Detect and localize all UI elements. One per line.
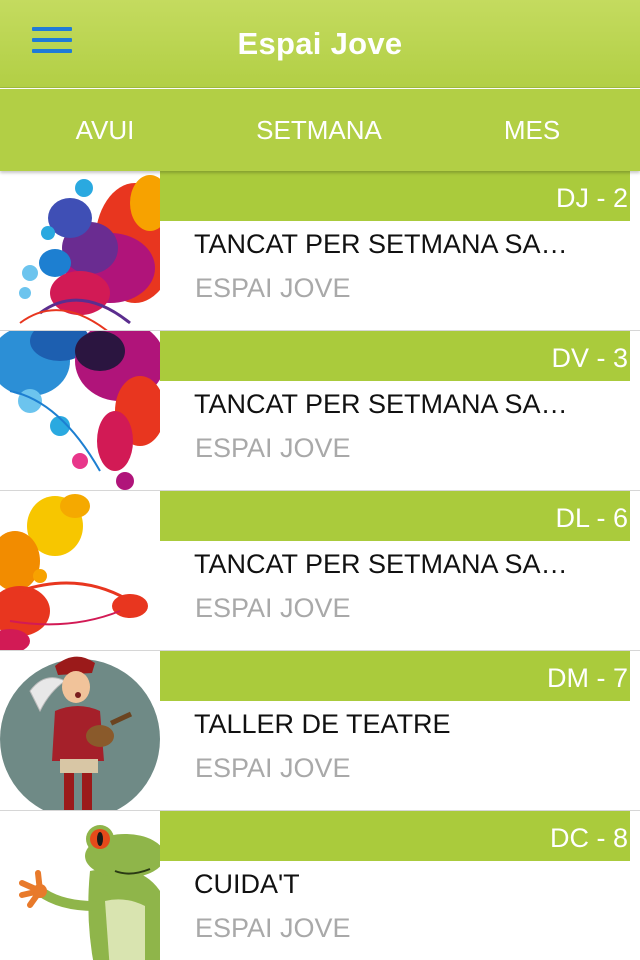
event-place: ESPAI JOVE bbox=[195, 433, 351, 463]
tab-bar: AVUI SETMANA MES bbox=[0, 89, 640, 171]
event-row[interactable]: DM - 7 TALLER DE TEATRE ESPAI JOVE bbox=[0, 651, 640, 811]
event-title: TANCAT PER SETMANA SA… bbox=[194, 229, 568, 259]
event-date: DV - 3 bbox=[160, 331, 630, 381]
troubadour-image bbox=[0, 651, 160, 810]
event-list: DJ - 2 TANCAT PER SETMANA SA… ESPAI JOVE… bbox=[0, 171, 640, 960]
event-date: DL - 6 bbox=[160, 491, 630, 541]
page-title: Espai Jove bbox=[237, 26, 403, 61]
event-place: ESPAI JOVE bbox=[195, 273, 351, 303]
event-row[interactable]: DC - 8 CUIDA'T ESPAI JOVE bbox=[0, 811, 640, 960]
event-place: ESPAI JOVE bbox=[195, 913, 351, 943]
colorful-splash-image bbox=[0, 331, 160, 490]
event-title: CUIDA'T bbox=[194, 869, 300, 899]
tab-mes[interactable]: MES bbox=[432, 115, 632, 146]
event-row[interactable]: DJ - 2 TANCAT PER SETMANA SA… ESPAI JOVE bbox=[0, 171, 640, 331]
event-date: DC - 8 bbox=[160, 811, 630, 861]
tab-setmana[interactable]: SETMANA bbox=[219, 115, 419, 146]
event-title: TANCAT PER SETMANA SA… bbox=[194, 389, 568, 419]
event-title: TALLER DE TEATRE bbox=[194, 709, 451, 739]
event-row[interactable]: DL - 6 TANCAT PER SETMANA SA… ESPAI JOVE bbox=[0, 491, 640, 651]
event-place: ESPAI JOVE bbox=[195, 593, 351, 623]
colorful-splash-image bbox=[0, 491, 160, 650]
colorful-splash-image bbox=[0, 173, 160, 330]
event-place: ESPAI JOVE bbox=[195, 753, 351, 783]
tab-avui[interactable]: AVUI bbox=[5, 115, 205, 146]
frog-image bbox=[0, 811, 160, 960]
event-row[interactable]: DV - 3 TANCAT PER SETMANA SA… ESPAI JOVE bbox=[0, 331, 640, 491]
event-date: DJ - 2 bbox=[160, 171, 630, 221]
event-date: DM - 7 bbox=[160, 651, 630, 701]
event-title: TANCAT PER SETMANA SA… bbox=[194, 549, 568, 579]
nav-bar: Espai Jove bbox=[0, 0, 640, 88]
